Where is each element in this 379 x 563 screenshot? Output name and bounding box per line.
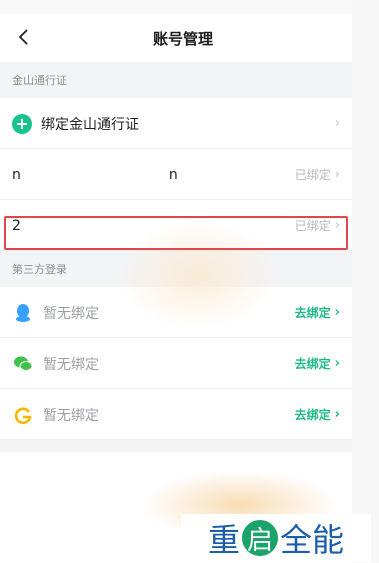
- section-label-kingsoft: 金山通行证: [0, 62, 352, 98]
- google-bind-button[interactable]: 去绑定 ›: [295, 389, 340, 440]
- bind-action-label: 去绑定: [294, 306, 331, 320]
- account-redaction: [28, 164, 169, 185]
- wechat-icon: [14, 356, 33, 371]
- qq-bind-status: 暂无绑定: [43, 305, 99, 322]
- header-bar: 账号管理: [0, 14, 352, 62]
- bind-kingsoft-row[interactable]: + 绑定金山通行证 ›: [0, 98, 352, 149]
- third-party-row-wechat[interactable]: 暂无绑定 去绑定 ›: [0, 338, 352, 389]
- account-1-suffix: n: [168, 166, 178, 183]
- watermark-text: 重: [207, 521, 240, 559]
- chevron-right-icon: ›: [334, 116, 340, 131]
- chevron-right-icon: ›: [334, 407, 340, 422]
- bind-kingsoft-label: 绑定金山通行证: [41, 116, 139, 133]
- third-party-row-google[interactable]: 暂无绑定 去绑定 ›: [0, 389, 352, 440]
- wechat-bind-status: 暂无绑定: [43, 356, 99, 373]
- account-row-1[interactable]: n n 已绑定 ›: [0, 149, 352, 200]
- highlight-box: [4, 216, 348, 250]
- bind-action-label: 去绑定: [294, 357, 331, 371]
- watermark-text: 全能: [280, 521, 345, 559]
- google-icon: [14, 407, 32, 424]
- watermark-badge: 启: [242, 520, 278, 556]
- chevron-right-icon: ›: [334, 167, 340, 182]
- plus-icon: +: [12, 113, 32, 134]
- side-strip: [352, 0, 379, 563]
- google-bind-status: 暂无绑定: [43, 407, 99, 424]
- qq-icon: [16, 303, 30, 322]
- watermark-logo: 重 启 全能: [181, 514, 371, 562]
- account-1-prefix: n: [12, 166, 21, 183]
- account-1-status: 已绑定: [294, 168, 331, 182]
- chevron-right-icon: ›: [334, 305, 340, 320]
- wechat-bind-button[interactable]: 去绑定 ›: [295, 338, 340, 389]
- page-title: 账号管理: [152, 30, 213, 48]
- bind-action-label: 去绑定: [294, 408, 331, 422]
- qq-bind-button[interactable]: 去绑定 ›: [295, 287, 340, 338]
- account-management-screen: 账号管理 金山通行证 + 绑定金山通行证 › n n 已绑定 › 2 已绑定 ›…: [0, 0, 352, 563]
- status-strip: [0, 0, 352, 14]
- chevron-right-icon: ›: [334, 356, 340, 371]
